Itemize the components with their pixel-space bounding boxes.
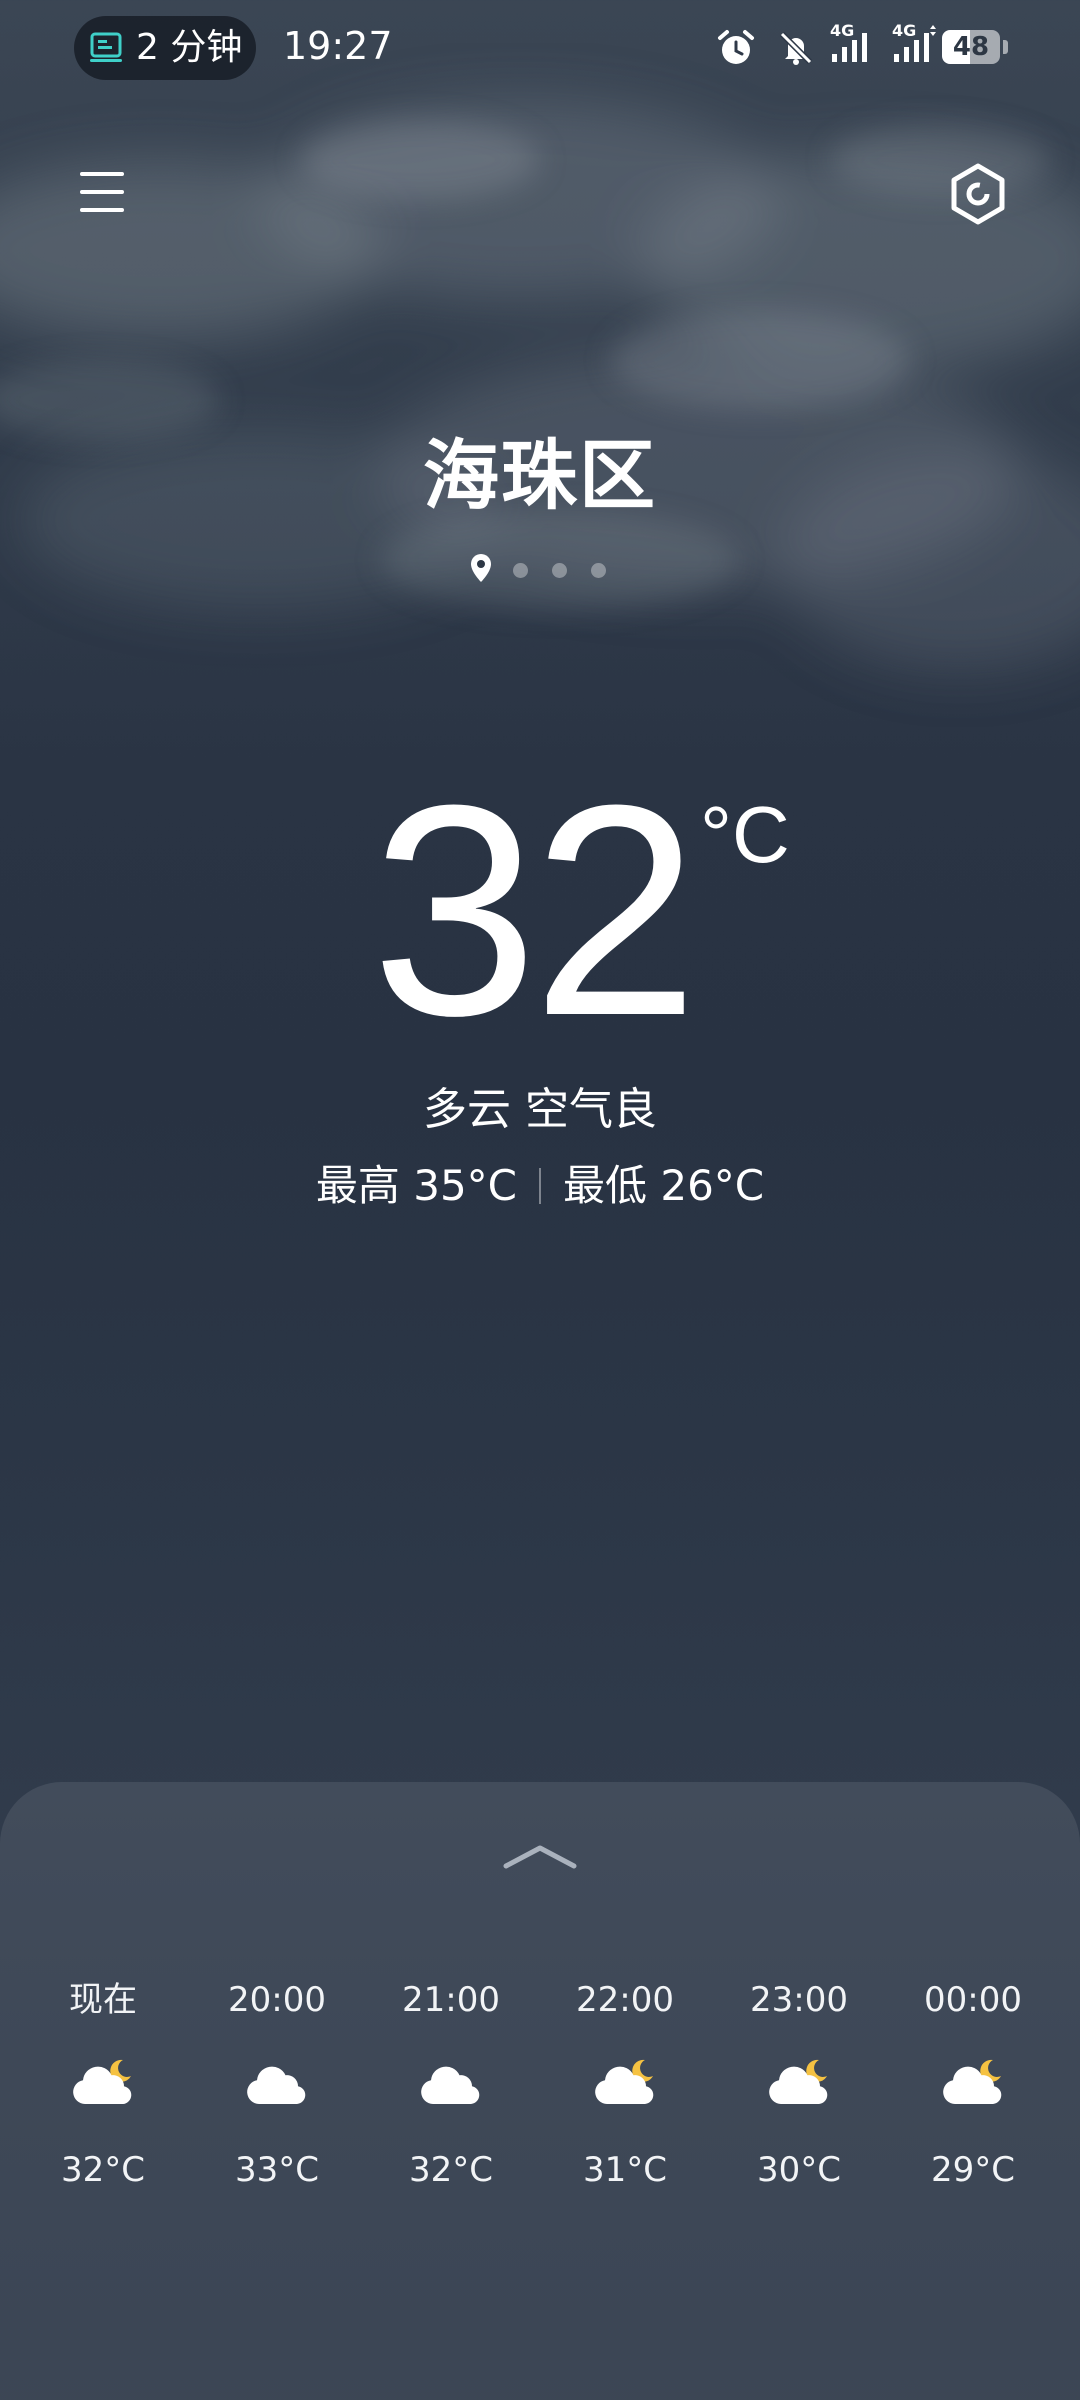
cloud-moon-icon xyxy=(769,2059,828,2104)
cloud-moon-icon xyxy=(73,2059,132,2104)
hourly-item[interactable]: 21:00 32°C xyxy=(364,1978,538,2238)
status-bar: 2 分钟 19:27 4G 4G 48 xyxy=(0,0,1080,100)
hourly-time: 21:00 xyxy=(402,1980,500,2020)
hourly-item[interactable]: 23:00 30°C xyxy=(712,1978,886,2238)
hourly-temperature: 32°C xyxy=(60,2150,145,2190)
hourly-item[interactable]: 现在 32°C xyxy=(16,1978,190,2238)
cloud-icon xyxy=(247,2066,306,2104)
page-dot xyxy=(552,563,567,578)
battery-level: 48 xyxy=(952,32,990,62)
hourly-item[interactable]: 00:00 29°C xyxy=(886,1978,1060,2238)
page-dot xyxy=(513,563,528,578)
screen-time-label: 2 分钟 xyxy=(136,27,243,68)
hourly-time: 现在 xyxy=(69,1980,137,2020)
hourly-temperature: 30°C xyxy=(756,2150,841,2190)
cloud-moon-icon xyxy=(943,2059,1002,2104)
weather-condition: 多云 空气良 xyxy=(423,1084,657,1135)
cloud-icon xyxy=(421,2066,480,2104)
hamburger-line xyxy=(80,208,124,212)
temperature-low: 最低 26°C xyxy=(563,1161,765,1210)
menu-button[interactable] xyxy=(72,162,132,222)
location-pin-icon xyxy=(471,554,491,582)
battery-nub xyxy=(1003,40,1008,54)
signal-label-2: 4G xyxy=(892,21,917,40)
screen-time-icon xyxy=(90,32,122,62)
city-name[interactable]: 海珠区 xyxy=(0,428,1080,524)
chevron-up-icon[interactable] xyxy=(500,1838,580,1872)
hourly-time: 23:00 xyxy=(750,1980,848,2020)
cloud-background xyxy=(0,100,1080,670)
range-divider xyxy=(539,1168,541,1204)
hourly-time: 00:00 xyxy=(924,1980,1022,2020)
cloud-moon-icon xyxy=(595,2059,654,2104)
battery-indicator: 48 xyxy=(942,30,1000,64)
mute-bell-icon xyxy=(779,31,813,65)
screen-time-pill[interactable]: 2 分钟 xyxy=(74,16,256,80)
hexagon-settings-icon[interactable] xyxy=(944,160,1012,228)
page-indicators xyxy=(468,553,618,589)
hourly-item[interactable]: 20:00 33°C xyxy=(190,1978,364,2238)
temperature-unit: °C xyxy=(700,790,790,879)
status-clock: 19:27 xyxy=(283,24,393,68)
hourly-temperature: 33°C xyxy=(234,2150,319,2190)
hourly-item[interactable]: 22:00 31°C xyxy=(538,1978,712,2238)
hamburger-line xyxy=(80,190,124,194)
hourly-forecast-panel[interactable]: 现在 32°C 20:00 33°C 21:00 32°C 22:00 31°C 23:00 30… xyxy=(0,1782,1080,2400)
temperature-range: 最高 35°C 最低 26°C xyxy=(0,1156,1080,1216)
page-dot xyxy=(591,563,606,578)
hourly-temperature: 29°C xyxy=(930,2150,1015,2190)
hourly-list: 现在 32°C 20:00 33°C 21:00 32°C 22:00 31°C 23:00 30… xyxy=(0,1978,1080,2238)
hourly-time: 22:00 xyxy=(576,1980,674,2020)
hourly-temperature: 31°C xyxy=(582,2150,667,2190)
hamburger-menu-icon xyxy=(80,172,124,176)
signal-label-1: 4G xyxy=(830,21,855,40)
hourly-time: 20:00 xyxy=(228,1980,326,2020)
temperature-high: 最高 35°C xyxy=(315,1161,517,1210)
status-icons: 4G 4G xyxy=(700,0,1080,100)
alarm-icon xyxy=(718,30,754,64)
hourly-temperature: 32°C xyxy=(408,2150,493,2190)
current-temperature: 32 xyxy=(371,742,699,1078)
